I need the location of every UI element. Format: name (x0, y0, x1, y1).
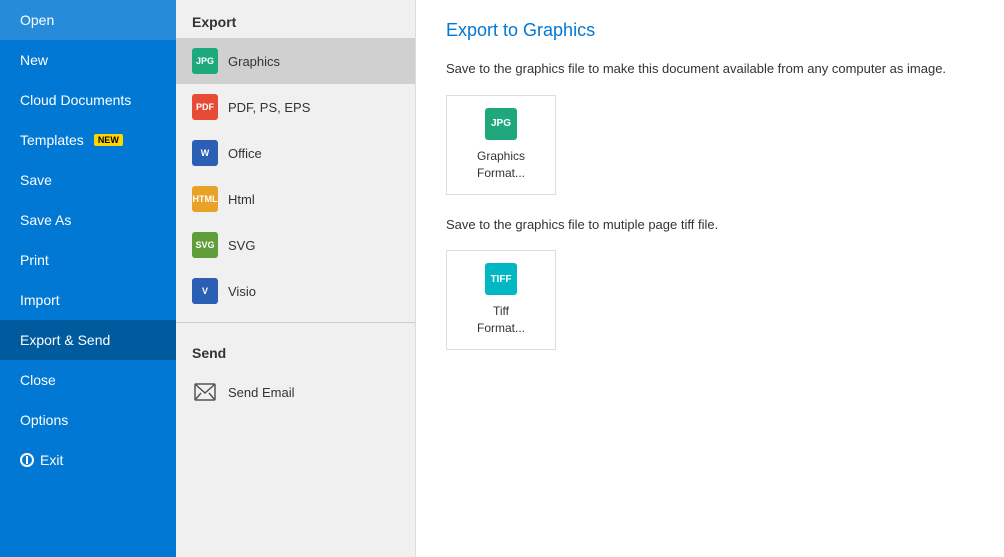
sidebar-item-export-send[interactable]: Export & Send (0, 320, 176, 360)
sidebar-item-save-as[interactable]: Save As (0, 200, 176, 240)
sidebar-item-label: Export & Send (20, 332, 110, 348)
tiff-card-label: TiffFormat... (477, 303, 525, 337)
description2: Save to the graphics file to mutiple pag… (446, 215, 974, 235)
jpg-card-icon: JPG (485, 108, 517, 140)
sidebar-item-open[interactable]: Open (0, 0, 176, 40)
sidebar-item-exit[interactable]: Exit (0, 440, 176, 480)
html-icon: HTML (192, 186, 218, 212)
export-item-svg[interactable]: SVG SVG (176, 222, 415, 268)
sidebar-item-cloud-documents[interactable]: Cloud Documents (0, 80, 176, 120)
exit-icon (20, 453, 34, 467)
sidebar-item-templates[interactable]: Templates NEW (0, 120, 176, 160)
export-item-label: Office (228, 146, 262, 161)
export-item-label: Graphics (228, 54, 280, 69)
export-items-list: JPG Graphics PDF PDF, PS, EPS W Office HTML Htm… (176, 38, 415, 314)
tiff-card-icon: TIFF (485, 263, 517, 295)
right-panel: Export to Graphics Save to the graphics … (416, 0, 1004, 557)
sidebar-item-print[interactable]: Print (0, 240, 176, 280)
sidebar-item-label: New (20, 52, 48, 68)
send-item-send-email[interactable]: Send Email (176, 369, 415, 415)
send-section-title: Send (176, 331, 415, 369)
export-item-label: Html (228, 192, 255, 207)
export-item-office[interactable]: W Office (176, 130, 415, 176)
export-item-pdf[interactable]: PDF PDF, PS, EPS (176, 84, 415, 130)
sidebar-item-save[interactable]: Save (0, 160, 176, 200)
export-item-label: Visio (228, 284, 256, 299)
sidebar-item-label: Save As (20, 212, 71, 228)
export-item-label: SVG (228, 238, 255, 253)
sidebar-item-label: Exit (40, 452, 63, 468)
sidebar-item-label: Save (20, 172, 52, 188)
sidebar-item-label: Cloud Documents (20, 92, 131, 108)
visio-icon: V (192, 278, 218, 304)
new-badge: NEW (94, 134, 123, 146)
sidebar-item-label: Print (20, 252, 49, 268)
graphics-icon: JPG (192, 48, 218, 74)
export-section-title: Export (176, 0, 415, 38)
export-item-graphics[interactable]: JPG Graphics (176, 38, 415, 84)
graphics-card-label: GraphicsFormat... (477, 148, 525, 182)
office-icon: W (192, 140, 218, 166)
sidebar-item-label: Import (20, 292, 60, 308)
section-divider (176, 322, 415, 323)
panel-title: Export to Graphics (446, 20, 974, 41)
tiff-format-card[interactable]: TIFF TiffFormat... (446, 250, 556, 350)
graphics-format-card[interactable]: JPG GraphicsFormat... (446, 95, 556, 195)
sidebar-item-label: Options (20, 412, 68, 428)
send-item-label: Send Email (228, 385, 294, 400)
send-items-list: Send Email (176, 369, 415, 415)
sidebar-item-new[interactable]: New (0, 40, 176, 80)
middle-panel: Export JPG Graphics PDF PDF, PS, EPS W Office… (176, 0, 416, 557)
sidebar-item-import[interactable]: Import (0, 280, 176, 320)
sidebar-item-options[interactable]: Options (0, 400, 176, 440)
sidebar-item-label: Close (20, 372, 56, 388)
export-item-html[interactable]: HTML Html (176, 176, 415, 222)
sidebar-item-label: Templates (20, 132, 84, 148)
svg-icon: SVG (192, 232, 218, 258)
export-item-visio[interactable]: V Visio (176, 268, 415, 314)
pdf-icon: PDF (192, 94, 218, 120)
export-item-label: PDF, PS, EPS (228, 100, 310, 115)
description1: Save to the graphics file to make this d… (446, 59, 974, 79)
sidebar-item-label: Open (20, 12, 54, 28)
sidebar-item-close[interactable]: Close (0, 360, 176, 400)
sidebar: Open New Cloud Documents Templates NEW Save Sa… (0, 0, 176, 557)
email-icon (192, 379, 218, 405)
